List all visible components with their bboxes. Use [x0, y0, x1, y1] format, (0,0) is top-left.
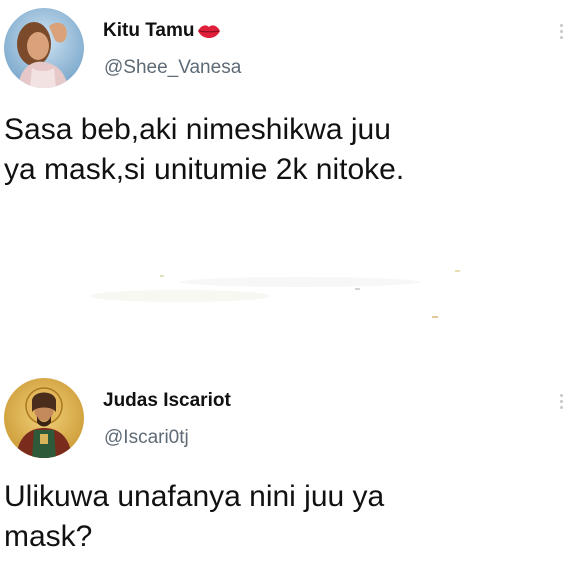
avatar[interactable]	[4, 378, 84, 458]
display-name-text: Judas Iscariot	[103, 390, 231, 411]
tweet-text: Ulikuwa unafanya nini juu ya mask?	[4, 477, 574, 557]
tweet-text-line: Ulikuwa unafanya nini juu ya	[4, 480, 385, 513]
tweet-text-line: mask?	[4, 520, 93, 553]
tweet-text-line: Sasa beb,aki nimeshikwa juu	[4, 113, 391, 146]
avatar-woman-photo-icon	[4, 8, 84, 88]
more-options-icon[interactable]	[558, 394, 564, 409]
display-name[interactable]: Kitu Tamu	[103, 20, 221, 42]
tweet-text: Sasa beb,aki nimeshikwa juu ya mask,si u…	[4, 110, 574, 190]
display-name[interactable]: Judas Iscariot	[103, 390, 231, 412]
tweet-text-line: ya mask,si unitumie 2k nitoke.	[4, 153, 405, 186]
tweet-card[interactable]: Judas Iscariot @Iscari0tj Ulikuwa unafan…	[0, 368, 584, 565]
more-options-icon[interactable]	[558, 24, 564, 39]
avatar-icon-painting-icon	[4, 378, 84, 458]
user-handle[interactable]: @Iscari0tj	[104, 427, 189, 449]
avatar[interactable]	[4, 8, 84, 88]
tweet-card[interactable]: Kitu Tamu @Shee_Vanesa Sasa beb,aki nime…	[0, 0, 584, 250]
user-handle[interactable]: @Shee_Vanesa	[104, 57, 241, 79]
display-name-text: Kitu Tamu	[103, 20, 195, 41]
lips-icon	[198, 25, 221, 38]
image-artifact	[90, 270, 460, 318]
